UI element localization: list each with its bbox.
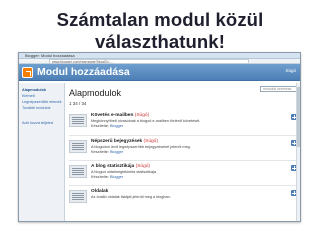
module-thumbnail-icon	[69, 165, 87, 178]
module-item: Népszerű bejegyzések (Súgó) A blogodon l…	[69, 135, 297, 160]
module-list: Követés e-mailben (Súgó) Megkönnyítheti …	[69, 110, 297, 210]
module-item: Követés e-mailben (Súgó) Megkönnyítheti …	[69, 110, 297, 135]
module-item: Oldalak Az önálló oldalak listáját jelen…	[69, 185, 297, 210]
sidebar-add-link[interactable]: Add hozzá teljeled	[19, 121, 64, 125]
blogger-logo-icon	[22, 67, 33, 78]
section-title: Alapmodulok	[69, 88, 122, 98]
module-name: Népszerű bejegyzések (Súgó)	[91, 139, 158, 144]
browser-window: Blogger: Modul hozzáadása www.blogger.co…	[18, 52, 301, 222]
module-thumbnail-icon	[69, 190, 87, 203]
sidebar-item-more-modules[interactable]: További modulok	[19, 105, 64, 111]
module-name: A blog statisztikája (Súgó)	[91, 164, 151, 169]
module-description: A blogod oldalmegtekintés statisztikája.	[91, 170, 158, 174]
module-author-link[interactable]: Blogger	[110, 150, 123, 154]
slide-title: Számtalan modul közül választhatunk!	[56, 9, 264, 52]
scrollbar[interactable]	[296, 83, 300, 221]
module-author-link[interactable]: Blogger	[110, 175, 123, 179]
app-title: Modul hozzáadása	[37, 66, 130, 78]
module-description: Az önálló oldalak listáját jeleníti meg …	[91, 195, 171, 199]
module-thumbnail-icon	[69, 140, 87, 153]
help-link[interactable]: Súgó	[285, 68, 296, 73]
module-help-link[interactable]: (Súgó)	[135, 113, 149, 118]
module-description: A blogodon lévő legnépszerűbb bejegyzése…	[91, 145, 191, 149]
module-name: Követés e-mailben (Súgó)	[91, 113, 150, 118]
module-name: Oldalak	[91, 189, 109, 194]
pager: 1 34 / 34	[69, 101, 87, 106]
scroll-thumb[interactable]	[297, 87, 300, 147]
module-description: Megkönnyítheti olvasóinak a blogod e-mai…	[91, 119, 201, 123]
module-author-link[interactable]: Blogger	[110, 124, 123, 128]
module-help-link[interactable]: (Súgó)	[136, 164, 150, 169]
module-author: Készítette: Blogger	[91, 175, 124, 179]
module-item: A blog statisztikája (Súgó) A blogod old…	[69, 160, 297, 185]
main-content: Alapmodulok modulok keresése 1 34 / 34 K…	[67, 83, 300, 221]
module-author: Készítette: Blogger	[91, 124, 124, 128]
module-help-link[interactable]: (Súgó)	[144, 139, 158, 144]
module-author: Készítette: Blogger	[91, 150, 124, 154]
module-search-input[interactable]: modulok keresése	[260, 86, 298, 92]
sidebar: Alapmodulok Kiemelt Legnépszerűbb elemek…	[19, 83, 65, 221]
module-thumbnail-icon	[69, 114, 87, 127]
app-header: Modul hozzáadása Súgó	[19, 64, 300, 81]
